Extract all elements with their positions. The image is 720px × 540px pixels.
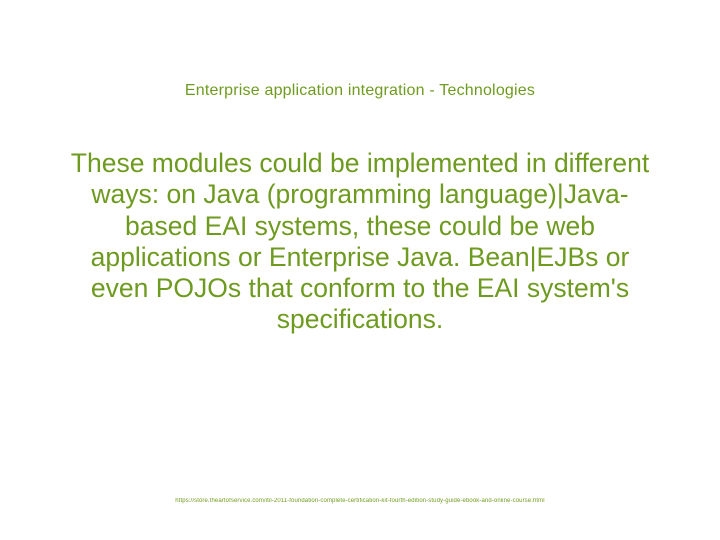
slide-title: Enterprise application integration - Tec… xyxy=(0,82,720,100)
footer-url: https://store.theartofservice.com/itil-2… xyxy=(0,498,720,504)
slide: Enterprise application integration - Tec… xyxy=(0,0,720,540)
slide-body: These modules could be implemented in di… xyxy=(68,148,652,336)
body-text: These modules could be implemented in di… xyxy=(68,148,652,336)
